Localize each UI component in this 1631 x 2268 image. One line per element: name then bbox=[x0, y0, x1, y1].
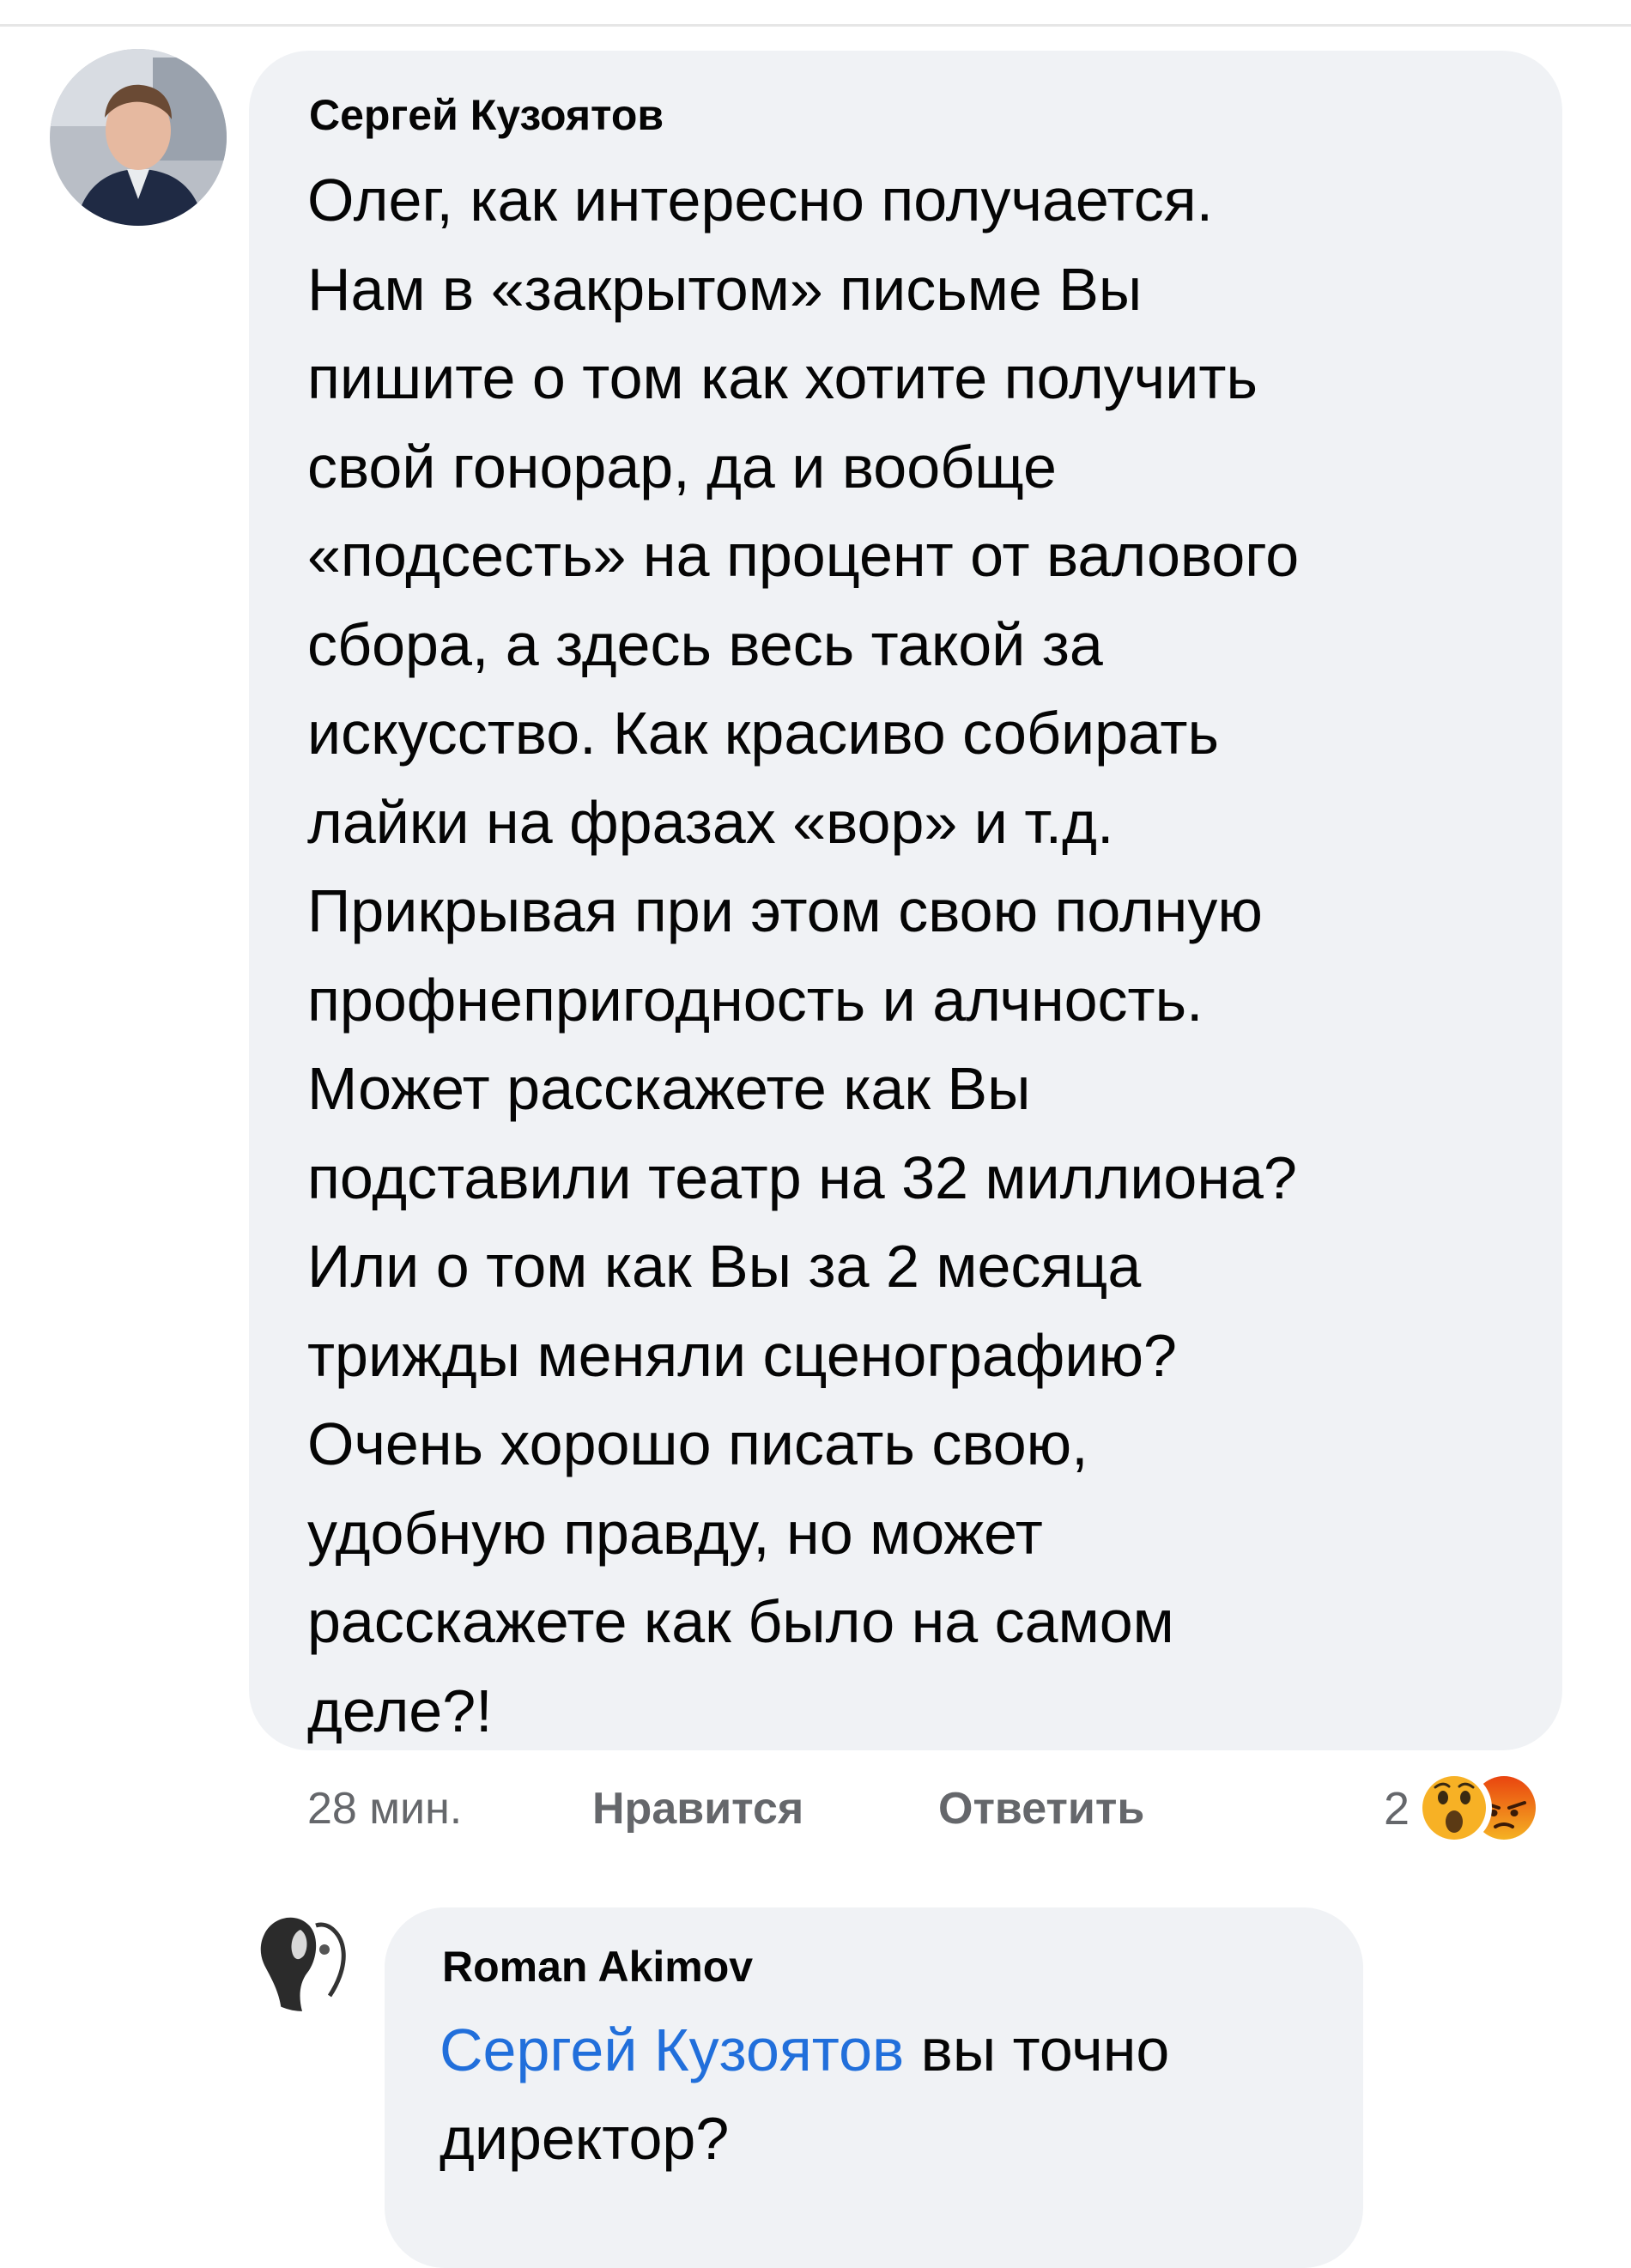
reply-text-fragment: вы точно bbox=[904, 2016, 1170, 2083]
mention-link[interactable]: Сергей Кузоятов bbox=[440, 2016, 904, 2083]
top-divider bbox=[0, 24, 1631, 27]
avatar[interactable] bbox=[50, 49, 227, 226]
comment-line: Олег, как интересно получается. bbox=[307, 167, 1214, 233]
comment-line: Или о том как Вы за 2 месяца bbox=[307, 1233, 1142, 1300]
comment-line: удобную правду, но может bbox=[307, 1499, 1043, 1567]
reply-line: Сергей Кузоятов вы точно bbox=[440, 2007, 1169, 2095]
reply-author-name[interactable]: Roman Akimov bbox=[442, 1942, 753, 1992]
comment-line: профнепригодность и алчность. bbox=[307, 966, 1204, 1034]
reply-text: Сергей Кузоятов вы точно директор? bbox=[440, 2007, 1169, 2184]
comment-line: трижды меняли сценографию? bbox=[307, 1321, 1177, 1389]
comment-line: деле?! bbox=[307, 1677, 493, 1744]
comment-line: искусство. Как красиво собирать bbox=[307, 700, 1219, 767]
comment-line: «подсесть» на процент от валового bbox=[307, 522, 1300, 589]
comment-line: расскажете как было на самом bbox=[307, 1588, 1174, 1655]
comment-line: Очень хорошо писать свою, bbox=[307, 1410, 1088, 1477]
comment-line: сбора, а здесь весь такой за bbox=[307, 610, 1103, 678]
comment-text: Олег, как интересно получается. Нам в «з… bbox=[307, 157, 1299, 1756]
reaction-count: 2 bbox=[1384, 1783, 1410, 1834]
comment-line: свой гонорар, да и вообще bbox=[307, 433, 1057, 500]
comment-line: Может расскажете как Вы bbox=[307, 1055, 1031, 1122]
reply-button[interactable]: Ответить bbox=[938, 1774, 1144, 1843]
comment-line: Нам в «закрытом» письме Вы bbox=[307, 255, 1143, 323]
reply-avatar[interactable] bbox=[247, 1900, 359, 2011]
comment-line: Прикрывая при этом свою полную bbox=[307, 877, 1263, 944]
reply-line: директор? bbox=[440, 2105, 730, 2172]
comment-line: лайки на фразах «вор» и т.д. bbox=[307, 788, 1114, 856]
comment-timestamp[interactable]: 28 мин. bbox=[307, 1774, 462, 1843]
comment-author-name[interactable]: Сергей Кузоятов bbox=[309, 90, 664, 140]
like-button[interactable]: Нравится bbox=[592, 1774, 803, 1843]
user-photo-icon bbox=[247, 1900, 359, 2011]
comment-line: подставили театр на 32 миллиона? bbox=[307, 1143, 1297, 1211]
user-photo-icon bbox=[50, 49, 227, 226]
comment-line: пишите о том как хотите получить bbox=[307, 344, 1258, 411]
wow-icon bbox=[1416, 1770, 1492, 1846]
